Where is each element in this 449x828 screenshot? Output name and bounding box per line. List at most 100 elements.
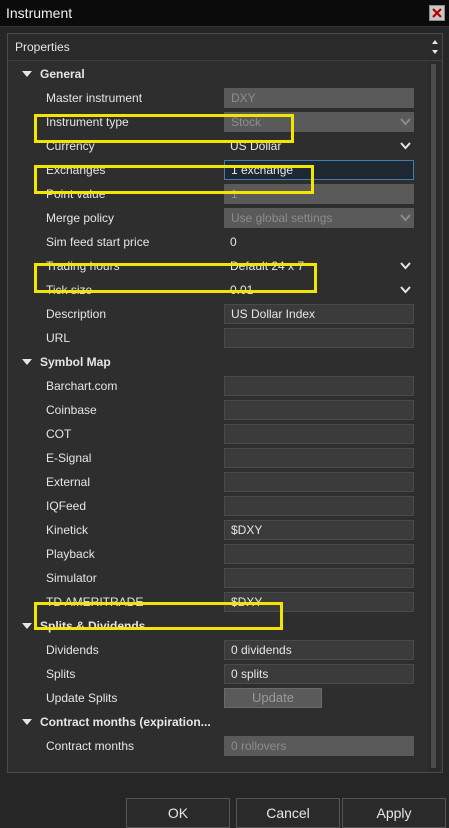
property-value-field[interactable] (224, 568, 414, 588)
property-row-simulator: Simulator (8, 566, 428, 590)
section-label: General (40, 67, 85, 81)
section-symbol-map[interactable]: Symbol Map (8, 350, 428, 374)
property-value-field[interactable]: $DXY (224, 520, 414, 540)
property-value-field: DXY (224, 88, 414, 108)
property-label: COT (46, 427, 72, 441)
property-dropdown: Use global settings (224, 208, 414, 228)
property-value-field[interactable]: 0 dividends (224, 640, 414, 660)
property-label: E-Signal (46, 451, 92, 465)
property-dropdown: Stock (224, 112, 414, 132)
property-value-field[interactable] (224, 472, 414, 492)
property-row-td-ameritrade: TD AMERITRADE $DXY (8, 590, 428, 614)
property-label: Sim feed start price (46, 235, 150, 249)
property-value-field[interactable]: 0 splits (224, 664, 414, 684)
property-value-field[interactable] (224, 448, 414, 468)
property-value-field[interactable] (224, 400, 414, 420)
section-general[interactable]: General (8, 62, 428, 86)
scrollbar-thumb[interactable] (431, 64, 436, 768)
properties-header: Properties (8, 34, 442, 61)
property-label: External (46, 475, 91, 489)
section-splits-dividends[interactable]: Splits & Dividends (8, 614, 428, 638)
property-label: URL (46, 331, 71, 345)
property-label: Description (46, 307, 107, 321)
apply-button[interactable]: Apply (342, 798, 446, 828)
property-value[interactable]: 0 (230, 235, 237, 249)
property-row-update-splits: Update Splits Update (8, 686, 428, 710)
property-row-merge-policy: Merge policy Use global settings (8, 206, 428, 230)
property-row-tick-size: Tick size 0.01 (8, 278, 428, 302)
property-label: Simulator (46, 571, 97, 585)
property-row-url: URL (8, 326, 428, 350)
property-grid: General Master instrument DXY Instrument ty… (8, 62, 428, 772)
property-label: Dividends (46, 643, 99, 657)
property-row-coinbase: Coinbase (8, 398, 428, 422)
property-value-field: 0 rollovers (224, 736, 414, 756)
ok-button[interactable]: OK (126, 798, 230, 828)
cancel-button[interactable]: Cancel (236, 798, 340, 828)
section-label: Symbol Map (40, 355, 111, 369)
chevron-down-icon[interactable] (400, 262, 411, 270)
properties-title: Properties (15, 40, 70, 54)
property-label: TD AMERITRADE (46, 595, 144, 609)
property-label: Currency (46, 139, 95, 153)
property-row-splits: Splits 0 splits (8, 662, 428, 686)
property-value-field[interactable] (224, 424, 414, 444)
property-dropdown[interactable]: 0.01 (230, 283, 253, 297)
property-label: Coinbase (46, 403, 97, 417)
property-row-instrument-type: Instrument type Stock (8, 110, 428, 134)
update-splits-button[interactable]: Update (224, 688, 322, 708)
close-icon (432, 8, 442, 18)
up-down-arrows-icon (432, 40, 438, 54)
close-button[interactable] (429, 5, 445, 21)
property-label: Tick size (46, 283, 93, 297)
property-label: Trading hours (46, 259, 120, 273)
section-contract-months-expiration[interactable]: Contract months (expiration... (8, 710, 428, 734)
panel-scroll-arrows[interactable] (430, 36, 440, 58)
chevron-down-icon[interactable] (400, 118, 411, 126)
property-value-field[interactable]: US Dollar Index (224, 304, 414, 324)
chevron-down-icon[interactable] (400, 142, 411, 150)
property-value-field[interactable]: $DXY (224, 592, 414, 612)
section-label: Contract months (expiration... (40, 715, 211, 729)
window-title: Instrument (6, 5, 73, 21)
property-value-field[interactable]: 1 exchange (224, 160, 414, 180)
property-row-kinetick: Kinetick $DXY (8, 518, 428, 542)
property-row-cot: COT (8, 422, 428, 446)
collapse-triangle-icon[interactable] (22, 719, 32, 726)
property-label: Playback (46, 547, 95, 561)
property-row-currency: Currency US Dollar (8, 134, 428, 158)
property-row-trading-hours: Trading hours Default 24 x 7 (8, 254, 428, 278)
collapse-triangle-icon[interactable] (22, 623, 32, 630)
property-row-iqfeed: IQFeed (8, 494, 428, 518)
property-row-barchart-com: Barchart.com (8, 374, 428, 398)
property-row-description: Description US Dollar Index (8, 302, 428, 326)
chevron-down-icon[interactable] (400, 286, 411, 294)
property-label: Barchart.com (46, 379, 118, 393)
property-row-contract-months: Contract months 0 rollovers (8, 734, 428, 758)
chevron-down-icon[interactable] (400, 214, 411, 222)
property-value-field[interactable] (224, 376, 414, 396)
property-row-e-signal: E-Signal (8, 446, 428, 470)
property-dropdown[interactable]: Default 24 x 7 (230, 259, 304, 273)
title-bar: Instrument (0, 0, 449, 27)
property-row-playback: Playback (8, 542, 428, 566)
collapse-triangle-icon[interactable] (22, 71, 32, 78)
property-value-field[interactable] (224, 544, 414, 564)
property-label: Kinetick (46, 523, 89, 537)
collapse-triangle-icon[interactable] (22, 359, 32, 366)
properties-panel: Properties General Master instrument DXY In… (7, 33, 443, 773)
property-row-external: External (8, 470, 428, 494)
property-value-field: 1 (224, 184, 414, 204)
property-dropdown[interactable]: US Dollar (230, 139, 281, 153)
property-value-field[interactable] (224, 328, 414, 348)
section-label: Splits & Dividends (40, 619, 146, 633)
property-value-field[interactable] (224, 496, 414, 516)
property-row-point-value: Point value 1 (8, 182, 428, 206)
property-label: Master instrument (46, 91, 143, 105)
property-label: Instrument type (46, 115, 129, 129)
property-label: Splits (46, 667, 76, 681)
property-row-exchanges: Exchanges 1 exchange (8, 158, 428, 182)
property-label: Point value (46, 187, 106, 201)
property-label: Update Splits (46, 691, 118, 705)
vertical-scrollbar[interactable] (428, 62, 440, 772)
